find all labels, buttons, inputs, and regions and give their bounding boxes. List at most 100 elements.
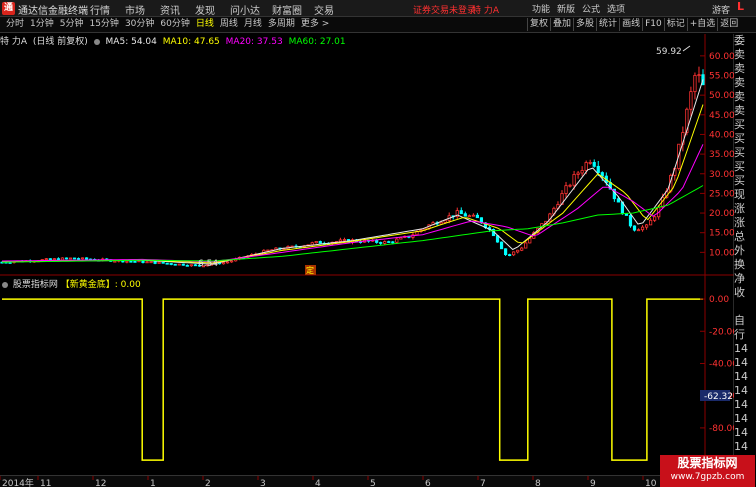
candle-down xyxy=(503,248,508,256)
candle-up xyxy=(137,260,141,263)
date-axis-label: 7 xyxy=(480,479,486,487)
side-panel-item: 行 xyxy=(734,328,745,341)
watermark-badge: 股票指标网 www.7gpzb.com xyxy=(660,455,755,487)
indicator-value-tag-text: -62.32 xyxy=(704,392,733,402)
candle-down xyxy=(459,210,463,215)
candle-up xyxy=(314,241,318,244)
indicator-name[interactable]: 【新黄金底】 xyxy=(61,280,115,290)
indicator-dot-icon[interactable] xyxy=(2,281,8,288)
candle-up xyxy=(266,249,270,252)
candle-down xyxy=(628,215,633,227)
candle-down xyxy=(632,225,637,231)
candle-up xyxy=(689,91,693,110)
side-panel-item: 买 xyxy=(734,132,745,145)
date-axis-label: 3 xyxy=(260,479,266,487)
side-panel-item: 14 xyxy=(734,370,748,383)
candle-up xyxy=(80,257,85,260)
candle-up xyxy=(383,241,387,244)
price-axis-label: 40.00 xyxy=(709,130,735,140)
candle-up xyxy=(52,258,56,261)
date-axis-label: 6 xyxy=(425,479,431,487)
candle-up xyxy=(157,261,161,264)
indicator-value: : 0.00 xyxy=(114,280,141,290)
candle-down xyxy=(181,263,185,266)
candle-down xyxy=(318,241,322,244)
indicator-axis-label: 0.00 xyxy=(709,295,729,305)
candle-up xyxy=(399,237,403,240)
price-axis-label: 30.00 xyxy=(709,170,735,180)
side-panel-item: 换 xyxy=(734,258,745,271)
candle-up xyxy=(221,262,226,265)
candle-down xyxy=(161,261,165,264)
candle-down xyxy=(169,263,173,265)
candle-down xyxy=(85,257,89,260)
candle-up xyxy=(125,260,129,263)
candle-down xyxy=(185,264,189,267)
candle-up xyxy=(568,184,572,187)
candle-down xyxy=(600,172,604,177)
kline-chart[interactable]: 60.0055.0050.0045.0040.0035.0030.0025.00… xyxy=(0,0,756,487)
side-panel-item: 委 xyxy=(734,34,745,47)
candle-up xyxy=(516,249,520,253)
candle-up xyxy=(189,264,193,267)
candle-down xyxy=(173,263,177,266)
side-panel-item: 14 xyxy=(734,356,748,369)
side-panel-item: 买 xyxy=(734,174,745,187)
quote-side-panel: 委 卖 卖 卖 卖 卖 买 买 买 买 买 现 涨 涨 总 外 换 净 收 自 … xyxy=(734,34,756,487)
candle-up xyxy=(576,172,580,175)
candle-down xyxy=(76,258,81,260)
price-axis-label: 60.00 xyxy=(709,52,735,62)
candle-up xyxy=(524,242,528,249)
candle-up xyxy=(145,261,149,264)
high-annotation: 59.92 xyxy=(656,47,682,57)
candle-up xyxy=(44,258,48,261)
side-panel-item: 涨 xyxy=(734,216,745,229)
side-panel-item: 卖 xyxy=(734,62,745,75)
date-axis-label: 9 xyxy=(590,479,596,487)
candle-down xyxy=(72,257,77,260)
date-axis-label: 2 xyxy=(205,479,211,487)
candle-up xyxy=(572,174,576,186)
candle-up xyxy=(512,251,516,256)
candle-down xyxy=(596,165,600,173)
side-panel-item: 14 xyxy=(734,426,748,439)
candle-up xyxy=(588,162,592,164)
watermark-title: 股票指标网 xyxy=(677,456,738,470)
candle-up xyxy=(226,261,230,264)
candle-down xyxy=(129,260,133,263)
date-axis-label: 5 xyxy=(370,479,376,487)
candle-down xyxy=(616,198,620,203)
date-axis-label: 1 xyxy=(150,479,156,487)
candle-down xyxy=(499,241,504,250)
candle-up xyxy=(653,216,657,221)
candle-down xyxy=(463,213,467,217)
side-panel-item: 总 xyxy=(734,230,745,243)
side-panel-item: 收 xyxy=(734,286,745,299)
price-axis-label: 55.00 xyxy=(709,72,735,82)
candle-down xyxy=(375,239,379,243)
date-axis-label: 10 xyxy=(645,479,657,487)
side-panel-item: 买 xyxy=(734,146,745,159)
candle-up xyxy=(338,239,343,242)
price-axis-label: 35.00 xyxy=(709,150,735,160)
candle-up xyxy=(60,257,65,261)
candle-up xyxy=(113,260,117,263)
side-panel-item: 自 xyxy=(734,314,745,327)
candle-down xyxy=(391,241,395,244)
side-panel-item: 14 xyxy=(734,398,748,411)
ma60-line xyxy=(1,185,704,263)
candle-up xyxy=(640,226,645,231)
side-panel-item: 14 xyxy=(734,384,748,397)
price-axis-label: 10.00 xyxy=(709,248,735,258)
candle-up xyxy=(697,74,701,77)
side-panel-item: 卖 xyxy=(734,104,745,117)
date-axis: 2014年 11 12 1 2 3 4 5 6 7 8 9 10 xyxy=(0,475,705,487)
high-arrow-icon xyxy=(682,45,691,52)
candle-up xyxy=(68,257,73,260)
candle-down xyxy=(56,258,61,261)
date-axis-label: 4 xyxy=(315,479,321,487)
side-panel-item: 14 xyxy=(734,440,748,453)
candle-up xyxy=(471,214,475,217)
side-panel-item: 现 xyxy=(734,188,745,201)
side-panel-item: 买 xyxy=(734,160,745,173)
